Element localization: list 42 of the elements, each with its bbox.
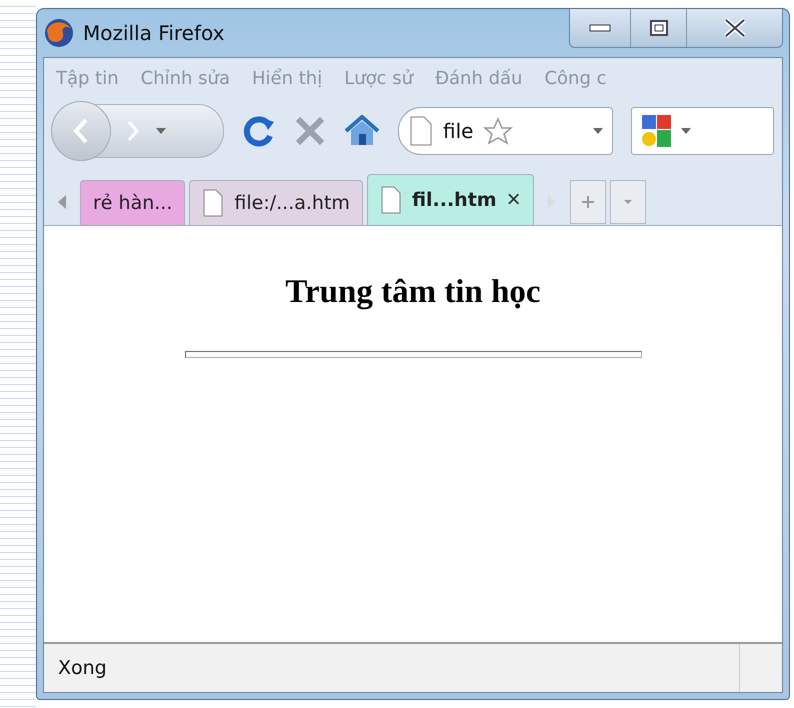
firefox-logo-icon — [43, 17, 75, 49]
triangle-left-icon — [57, 194, 67, 210]
page-icon — [380, 186, 402, 214]
minimize-icon — [589, 24, 611, 32]
menu-item[interactable]: Công c — [544, 68, 606, 89]
caret-icon[interactable] — [592, 127, 604, 135]
home-icon[interactable] — [344, 115, 380, 147]
caret-icon — [622, 199, 633, 205]
tab-label: rẻ hàn... — [93, 192, 172, 214]
reload-icon[interactable] — [242, 114, 276, 148]
url-field[interactable]: file — [398, 107, 613, 155]
maximize-icon — [648, 19, 668, 37]
page-icon — [409, 116, 433, 146]
minimize-button[interactable] — [570, 9, 630, 47]
caret-icon[interactable] — [680, 127, 692, 135]
plus-icon — [580, 194, 596, 210]
close-button[interactable] — [686, 9, 782, 47]
browser-tab[interactable]: file:/...a.htm — [189, 180, 363, 225]
chevron-right-icon — [125, 119, 141, 143]
close-icon — [722, 18, 748, 38]
page-icon — [202, 189, 224, 217]
tab-label: fil...htm — [412, 189, 497, 211]
window-title: Mozilla Firefox — [83, 21, 224, 45]
history-dropdown-button[interactable] — [155, 127, 167, 135]
search-engine-icon — [640, 113, 674, 149]
page-heading: Trung tâm tin học — [285, 274, 541, 311]
url-text: file — [443, 119, 474, 143]
search-field[interactable] — [631, 107, 774, 155]
menu-item[interactable]: Đánh dấu — [435, 68, 522, 89]
status-text: Xong — [57, 657, 108, 679]
menu-item[interactable]: Chỉnh sửa — [140, 68, 230, 89]
star-icon[interactable] — [483, 117, 514, 145]
tab-label: file:/...a.htm — [234, 192, 350, 214]
menu-item[interactable]: Hiển thị — [252, 68, 322, 89]
browser-tab[interactable]: fil...htm × — [366, 174, 534, 225]
menu-item[interactable]: Lược sử — [344, 68, 414, 89]
menu-item[interactable]: Tập tin — [56, 68, 119, 89]
new-tab-button[interactable] — [570, 180, 606, 224]
browser-tab[interactable]: rẻ hàn... — [80, 180, 186, 225]
close-tab-button[interactable]: × — [506, 186, 521, 214]
caret-icon — [155, 127, 167, 135]
maximize-button[interactable] — [630, 9, 686, 47]
